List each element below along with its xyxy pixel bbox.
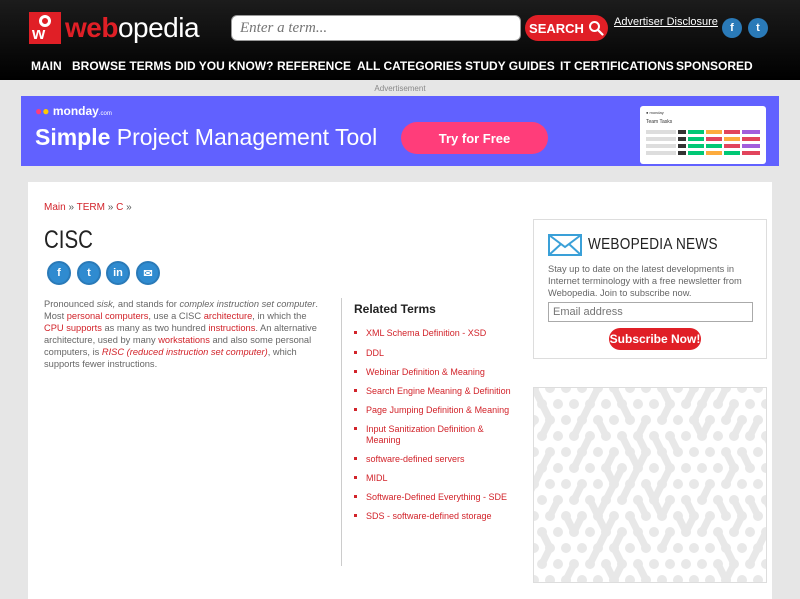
breadcrumb-c[interactable]: C (116, 202, 123, 213)
link-instructions[interactable]: instructions (208, 323, 255, 333)
newsletter-box: WEBOPEDIA NEWS Stay up to date on the la… (533, 219, 767, 359)
nav-reference[interactable]: REFERENCE (277, 59, 351, 73)
linkedin-share-icon[interactable]: in (106, 261, 130, 285)
related-terms: Related Terms XML Schema Definition - XS… (341, 298, 517, 566)
twitter-icon[interactable]: t (748, 18, 768, 38)
nav-sponsored[interactable]: SPONSORED (676, 59, 753, 73)
ad-product-screenshot: ● monday Team Tasks (640, 106, 766, 164)
ad-brand-logo: ●● monday.com (35, 104, 112, 118)
breadcrumb-main[interactable]: Main (44, 202, 66, 213)
pattern-graphic (534, 388, 766, 582)
subscribe-button[interactable]: Subscribe Now! (609, 328, 701, 350)
site-header: w webopedia SEARCH Advertiser Disclosure… (0, 0, 800, 80)
breadcrumb: Main » TERM » C » (44, 202, 132, 213)
related-terms-list: XML Schema Definition - XSD DDL Webinar … (354, 328, 517, 522)
nav-it-certifications[interactable]: IT CERTIFICATIONS (560, 59, 674, 73)
ad-headline: Simple Project Management Tool (35, 124, 378, 150)
logo-text: webopedia (65, 12, 200, 43)
logo-mark-icon: w (29, 12, 61, 44)
search-icon (588, 21, 604, 36)
related-term-item[interactable]: Input Sanitization Definition & Meaning (354, 424, 517, 446)
link-personal-computers[interactable]: personal computers (67, 311, 149, 321)
main-content: Main » TERM » C » CISC f t in ✉ Pronounc… (28, 182, 772, 599)
advertiser-disclosure-link[interactable]: Advertiser Disclosure (614, 16, 718, 28)
link-workstations[interactable]: workstations (158, 335, 210, 345)
twitter-share-icon[interactable]: t (77, 261, 101, 285)
ad-banner[interactable]: ●● monday.com Simple Project Management … (21, 96, 779, 166)
related-term-item[interactable]: Webinar Definition & Meaning (354, 367, 517, 378)
nav-browse-terms[interactable]: BROWSE TERMS (72, 59, 171, 73)
facebook-icon[interactable]: f (722, 18, 742, 38)
related-term-item[interactable]: Software-Defined Everything - SDE (354, 492, 517, 503)
newsletter-description: Stay up to date on the latest developmen… (548, 264, 742, 298)
related-term-item[interactable]: XML Schema Definition - XSD (354, 328, 517, 339)
nav-all-categories[interactable]: ALL CATEGORIES (357, 59, 462, 73)
ad-preview-logo: ● monday (646, 110, 664, 115)
decorative-pattern (533, 387, 767, 583)
nav-main[interactable]: MAIN (31, 59, 62, 73)
newsletter-title: WEBOPEDIA NEWS (588, 236, 718, 253)
search-button[interactable]: SEARCH (525, 15, 608, 41)
email-share-icon[interactable]: ✉ (136, 261, 160, 285)
search-input[interactable] (231, 15, 521, 41)
main-nav: MAIN BROWSE TERMS DID YOU KNOW? REFERENC… (0, 56, 800, 78)
link-architecture[interactable]: architecture (204, 311, 253, 321)
email-input[interactable] (548, 302, 753, 322)
facebook-share-icon[interactable]: f (47, 261, 71, 285)
webopedia-logo[interactable]: w webopedia (29, 12, 200, 44)
related-terms-title: Related Terms (354, 302, 436, 316)
advertisement-label: Advertisement (374, 84, 426, 93)
related-term-item[interactable]: Search Engine Meaning & Definition (354, 386, 517, 397)
related-term-item[interactable]: SDS - software-defined storage (354, 511, 517, 522)
nav-did-you-know[interactable]: DID YOU KNOW? (175, 59, 273, 73)
link-cpu-supports[interactable]: CPU supports (44, 323, 102, 333)
envelope-icon (548, 234, 582, 256)
ad-cta-button[interactable]: Try for Free (401, 122, 548, 154)
definition-text: Pronounced sisk, and stands for complex … (44, 299, 318, 369)
link-risc[interactable]: RISC (reduced instruction set computer) (102, 347, 268, 357)
related-term-item[interactable]: DDL (354, 348, 517, 359)
related-term-item[interactable]: software-defined servers (354, 454, 517, 465)
newsletter-header: WEBOPEDIA NEWS (548, 234, 741, 256)
page-title: CISC (44, 226, 93, 254)
nav-study-guides[interactable]: STUDY GUIDES (465, 59, 555, 73)
ad-preview-title: Team Tasks (646, 119, 673, 125)
breadcrumb-term[interactable]: TERM (77, 202, 105, 213)
related-term-item[interactable]: Page Jumping Definition & Meaning (354, 405, 517, 416)
related-term-item[interactable]: MIDL (354, 473, 517, 484)
